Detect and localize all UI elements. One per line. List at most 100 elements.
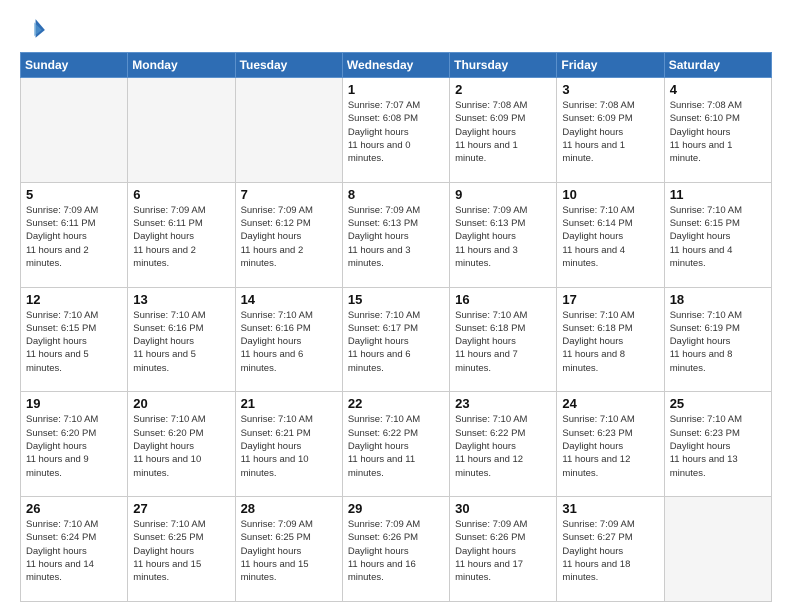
calendar-cell: 30 Sunrise: 7:09 AM Sunset: 6:26 PM Dayl… xyxy=(450,497,557,602)
calendar-cell: 24 Sunrise: 7:10 AM Sunset: 6:23 PM Dayl… xyxy=(557,392,664,497)
day-info: Sunrise: 7:10 AM Sunset: 6:20 PM Dayligh… xyxy=(26,413,122,479)
day-info: Sunrise: 7:08 AM Sunset: 6:09 PM Dayligh… xyxy=(455,99,551,165)
day-number: 19 xyxy=(26,396,122,411)
day-info: Sunrise: 7:08 AM Sunset: 6:09 PM Dayligh… xyxy=(562,99,658,165)
day-number: 24 xyxy=(562,396,658,411)
day-number: 15 xyxy=(348,292,444,307)
day-info: Sunrise: 7:09 AM Sunset: 6:27 PM Dayligh… xyxy=(562,518,658,584)
day-number: 4 xyxy=(670,82,766,97)
day-number: 7 xyxy=(241,187,337,202)
calendar-cell xyxy=(235,78,342,183)
day-info: Sunrise: 7:09 AM Sunset: 6:13 PM Dayligh… xyxy=(348,204,444,270)
calendar-header-tuesday: Tuesday xyxy=(235,53,342,78)
day-number: 10 xyxy=(562,187,658,202)
day-info: Sunrise: 7:10 AM Sunset: 6:22 PM Dayligh… xyxy=(348,413,444,479)
calendar-cell: 31 Sunrise: 7:09 AM Sunset: 6:27 PM Dayl… xyxy=(557,497,664,602)
day-info: Sunrise: 7:10 AM Sunset: 6:23 PM Dayligh… xyxy=(670,413,766,479)
day-info: Sunrise: 7:10 AM Sunset: 6:25 PM Dayligh… xyxy=(133,518,229,584)
day-info: Sunrise: 7:10 AM Sunset: 6:19 PM Dayligh… xyxy=(670,309,766,375)
day-info: Sunrise: 7:10 AM Sunset: 6:22 PM Dayligh… xyxy=(455,413,551,479)
calendar-cell: 10 Sunrise: 7:10 AM Sunset: 6:14 PM Dayl… xyxy=(557,182,664,287)
calendar-cell: 12 Sunrise: 7:10 AM Sunset: 6:15 PM Dayl… xyxy=(21,287,128,392)
calendar-cell: 22 Sunrise: 7:10 AM Sunset: 6:22 PM Dayl… xyxy=(342,392,449,497)
calendar-cell: 23 Sunrise: 7:10 AM Sunset: 6:22 PM Dayl… xyxy=(450,392,557,497)
day-info: Sunrise: 7:10 AM Sunset: 6:15 PM Dayligh… xyxy=(26,309,122,375)
calendar-table: SundayMondayTuesdayWednesdayThursdayFrid… xyxy=(20,52,772,602)
calendar-cell: 11 Sunrise: 7:10 AM Sunset: 6:15 PM Dayl… xyxy=(664,182,771,287)
calendar-header-row: SundayMondayTuesdayWednesdayThursdayFrid… xyxy=(21,53,772,78)
calendar-cell: 5 Sunrise: 7:09 AM Sunset: 6:11 PM Dayli… xyxy=(21,182,128,287)
calendar-week-row: 26 Sunrise: 7:10 AM Sunset: 6:24 PM Dayl… xyxy=(21,497,772,602)
calendar-header-friday: Friday xyxy=(557,53,664,78)
calendar-header-thursday: Thursday xyxy=(450,53,557,78)
day-info: Sunrise: 7:09 AM Sunset: 6:11 PM Dayligh… xyxy=(26,204,122,270)
day-number: 27 xyxy=(133,501,229,516)
day-number: 9 xyxy=(455,187,551,202)
calendar-cell: 14 Sunrise: 7:10 AM Sunset: 6:16 PM Dayl… xyxy=(235,287,342,392)
calendar-cell: 28 Sunrise: 7:09 AM Sunset: 6:25 PM Dayl… xyxy=(235,497,342,602)
calendar-cell: 3 Sunrise: 7:08 AM Sunset: 6:09 PM Dayli… xyxy=(557,78,664,183)
day-info: Sunrise: 7:09 AM Sunset: 6:26 PM Dayligh… xyxy=(348,518,444,584)
day-info: Sunrise: 7:08 AM Sunset: 6:10 PM Dayligh… xyxy=(670,99,766,165)
calendar-header-sunday: Sunday xyxy=(21,53,128,78)
day-number: 25 xyxy=(670,396,766,411)
day-number: 5 xyxy=(26,187,122,202)
day-number: 14 xyxy=(241,292,337,307)
logo-icon xyxy=(20,16,48,44)
calendar-cell xyxy=(664,497,771,602)
calendar-header-wednesday: Wednesday xyxy=(342,53,449,78)
day-info: Sunrise: 7:10 AM Sunset: 6:15 PM Dayligh… xyxy=(670,204,766,270)
logo xyxy=(20,16,52,44)
page: SundayMondayTuesdayWednesdayThursdayFrid… xyxy=(0,0,792,612)
day-info: Sunrise: 7:10 AM Sunset: 6:23 PM Dayligh… xyxy=(562,413,658,479)
day-number: 26 xyxy=(26,501,122,516)
calendar-cell: 29 Sunrise: 7:09 AM Sunset: 6:26 PM Dayl… xyxy=(342,497,449,602)
calendar-week-row: 5 Sunrise: 7:09 AM Sunset: 6:11 PM Dayli… xyxy=(21,182,772,287)
calendar-cell: 8 Sunrise: 7:09 AM Sunset: 6:13 PM Dayli… xyxy=(342,182,449,287)
day-info: Sunrise: 7:10 AM Sunset: 6:18 PM Dayligh… xyxy=(455,309,551,375)
calendar-header-monday: Monday xyxy=(128,53,235,78)
calendar-week-row: 19 Sunrise: 7:10 AM Sunset: 6:20 PM Dayl… xyxy=(21,392,772,497)
day-number: 17 xyxy=(562,292,658,307)
day-info: Sunrise: 7:10 AM Sunset: 6:18 PM Dayligh… xyxy=(562,309,658,375)
day-info: Sunrise: 7:10 AM Sunset: 6:16 PM Dayligh… xyxy=(133,309,229,375)
calendar-cell: 2 Sunrise: 7:08 AM Sunset: 6:09 PM Dayli… xyxy=(450,78,557,183)
calendar-cell: 18 Sunrise: 7:10 AM Sunset: 6:19 PM Dayl… xyxy=(664,287,771,392)
calendar-cell: 15 Sunrise: 7:10 AM Sunset: 6:17 PM Dayl… xyxy=(342,287,449,392)
day-number: 21 xyxy=(241,396,337,411)
day-info: Sunrise: 7:10 AM Sunset: 6:21 PM Dayligh… xyxy=(241,413,337,479)
calendar-cell: 9 Sunrise: 7:09 AM Sunset: 6:13 PM Dayli… xyxy=(450,182,557,287)
calendar-cell: 20 Sunrise: 7:10 AM Sunset: 6:20 PM Dayl… xyxy=(128,392,235,497)
calendar-cell: 4 Sunrise: 7:08 AM Sunset: 6:10 PM Dayli… xyxy=(664,78,771,183)
calendar-cell: 19 Sunrise: 7:10 AM Sunset: 6:20 PM Dayl… xyxy=(21,392,128,497)
calendar-cell: 26 Sunrise: 7:10 AM Sunset: 6:24 PM Dayl… xyxy=(21,497,128,602)
day-number: 3 xyxy=(562,82,658,97)
calendar-cell: 21 Sunrise: 7:10 AM Sunset: 6:21 PM Dayl… xyxy=(235,392,342,497)
day-info: Sunrise: 7:10 AM Sunset: 6:20 PM Dayligh… xyxy=(133,413,229,479)
day-number: 13 xyxy=(133,292,229,307)
day-info: Sunrise: 7:10 AM Sunset: 6:17 PM Dayligh… xyxy=(348,309,444,375)
day-number: 6 xyxy=(133,187,229,202)
day-info: Sunrise: 7:10 AM Sunset: 6:24 PM Dayligh… xyxy=(26,518,122,584)
calendar-cell: 27 Sunrise: 7:10 AM Sunset: 6:25 PM Dayl… xyxy=(128,497,235,602)
header xyxy=(20,16,772,44)
day-number: 30 xyxy=(455,501,551,516)
calendar-cell xyxy=(21,78,128,183)
day-info: Sunrise: 7:09 AM Sunset: 6:11 PM Dayligh… xyxy=(133,204,229,270)
day-info: Sunrise: 7:09 AM Sunset: 6:12 PM Dayligh… xyxy=(241,204,337,270)
calendar-header-saturday: Saturday xyxy=(664,53,771,78)
calendar-cell: 7 Sunrise: 7:09 AM Sunset: 6:12 PM Dayli… xyxy=(235,182,342,287)
calendar-cell: 16 Sunrise: 7:10 AM Sunset: 6:18 PM Dayl… xyxy=(450,287,557,392)
calendar-cell xyxy=(128,78,235,183)
calendar-cell: 13 Sunrise: 7:10 AM Sunset: 6:16 PM Dayl… xyxy=(128,287,235,392)
day-number: 11 xyxy=(670,187,766,202)
day-number: 22 xyxy=(348,396,444,411)
day-number: 23 xyxy=(455,396,551,411)
day-number: 28 xyxy=(241,501,337,516)
day-info: Sunrise: 7:09 AM Sunset: 6:13 PM Dayligh… xyxy=(455,204,551,270)
day-number: 2 xyxy=(455,82,551,97)
day-number: 1 xyxy=(348,82,444,97)
day-info: Sunrise: 7:09 AM Sunset: 6:25 PM Dayligh… xyxy=(241,518,337,584)
day-info: Sunrise: 7:07 AM Sunset: 6:08 PM Dayligh… xyxy=(348,99,444,165)
calendar-cell: 1 Sunrise: 7:07 AM Sunset: 6:08 PM Dayli… xyxy=(342,78,449,183)
